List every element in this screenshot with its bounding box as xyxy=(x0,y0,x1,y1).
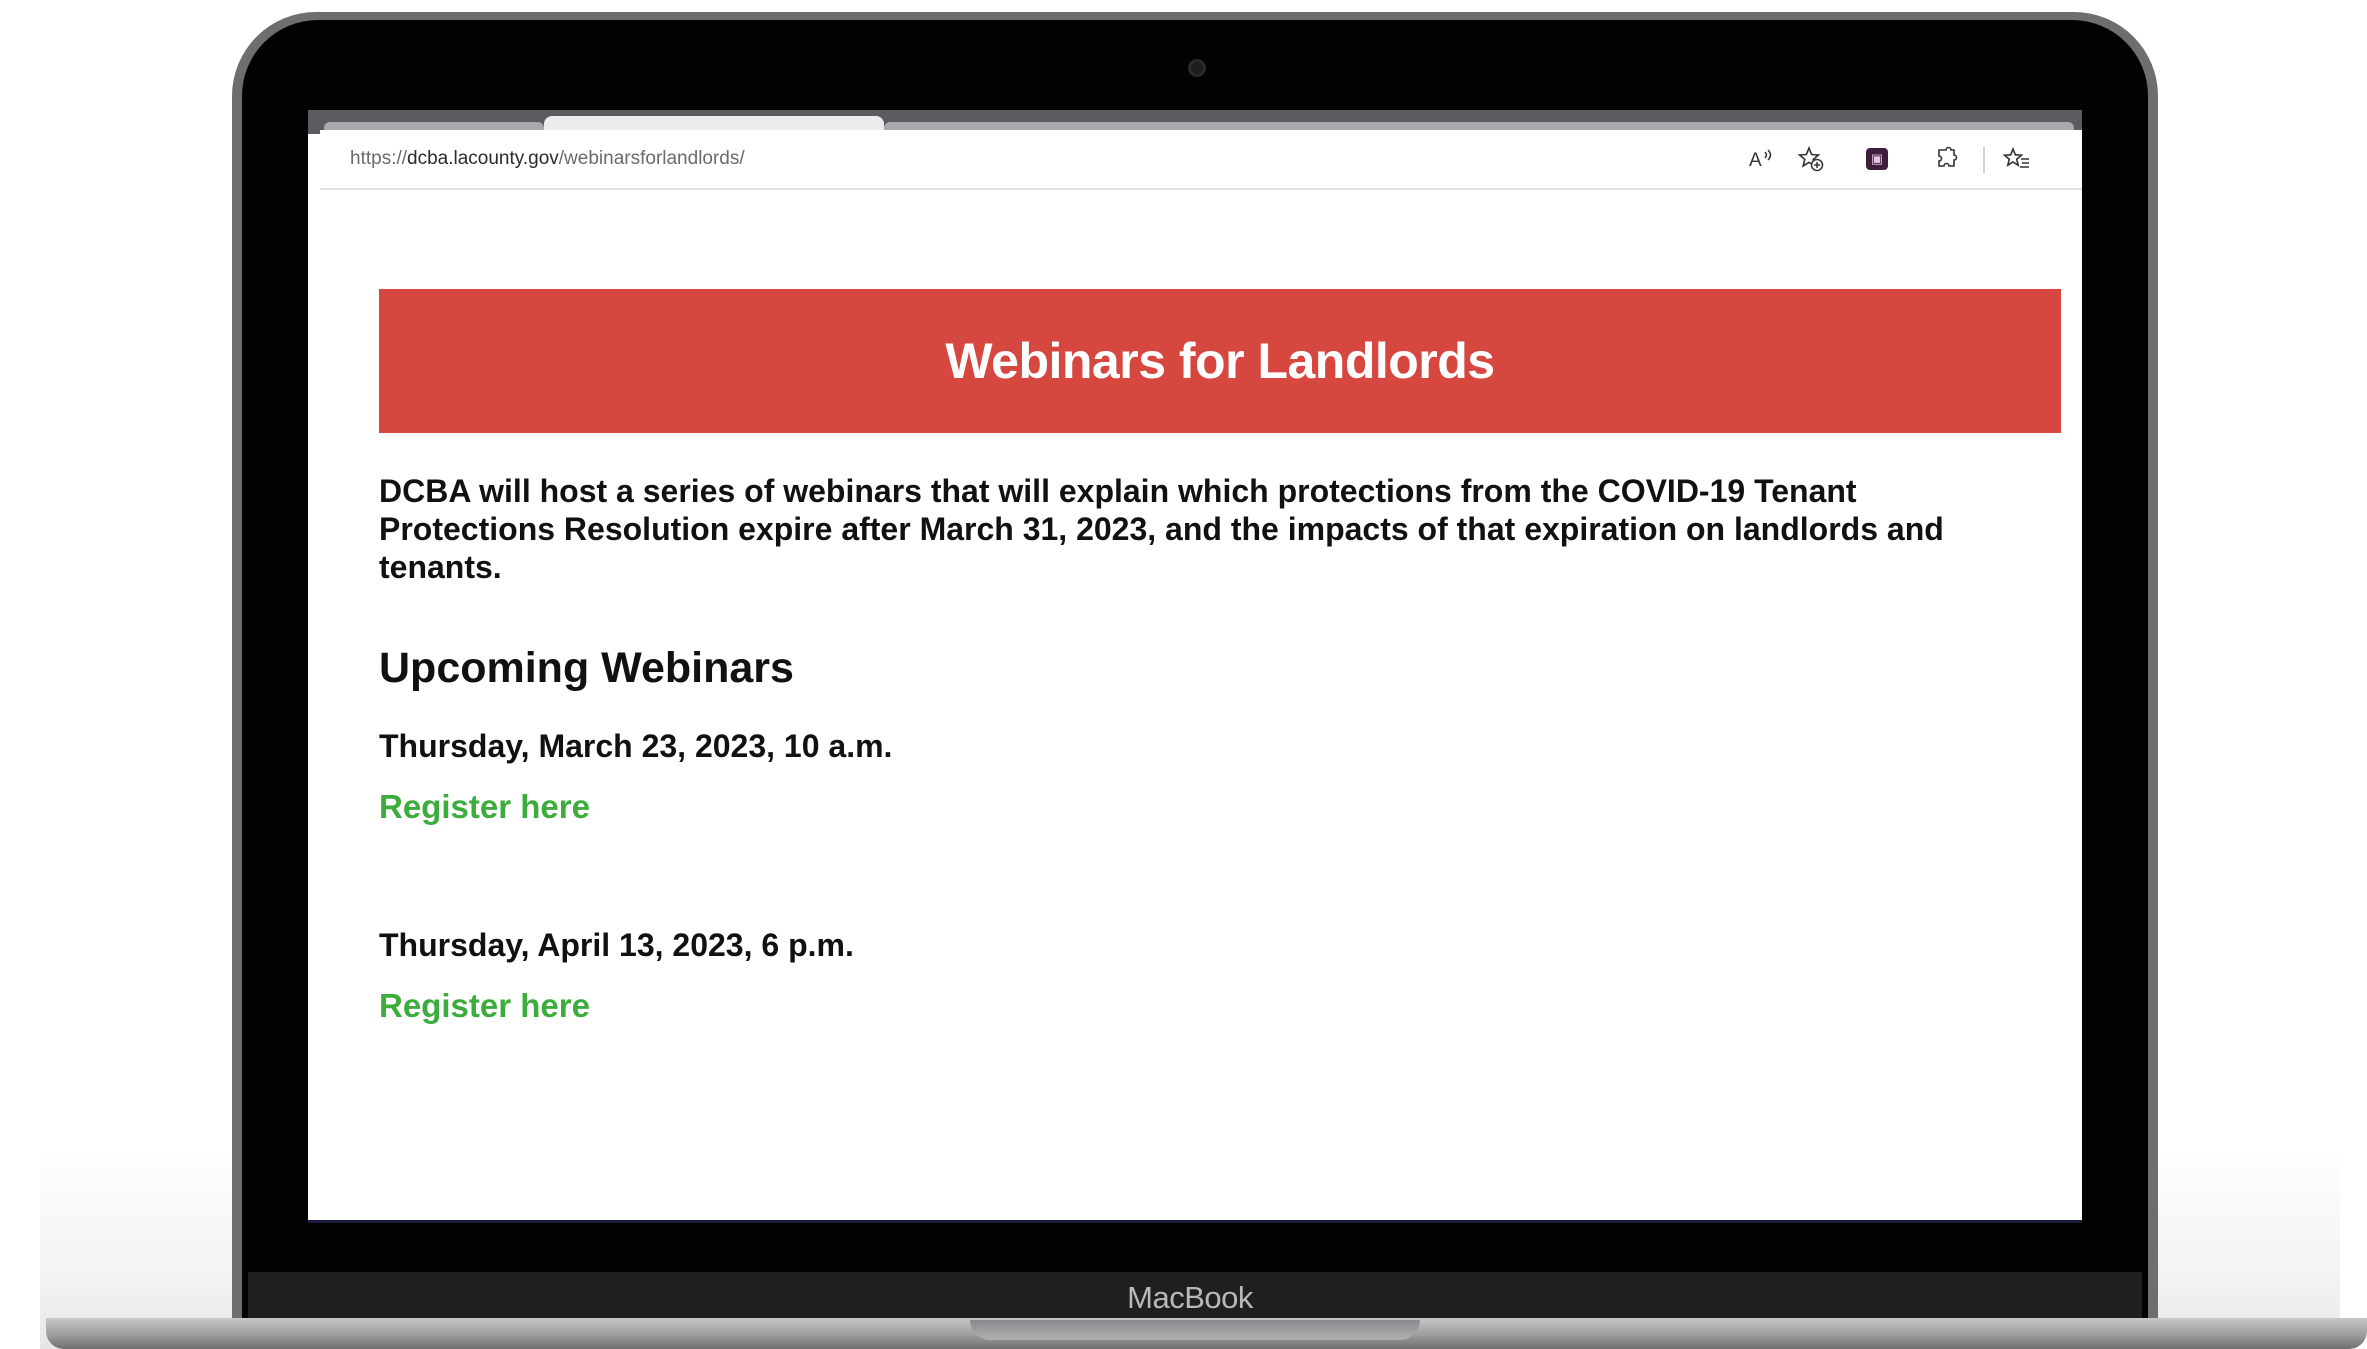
address-bar[interactable]: https://dcba.lacounty.gov/webinarsforlan… xyxy=(320,130,2082,190)
url-text[interactable]: https://dcba.lacounty.gov/webinarsforlan… xyxy=(350,148,745,170)
favorites-list-icon[interactable] xyxy=(2000,142,2034,176)
extension-icon[interactable]: ▣ xyxy=(1860,142,1894,176)
url-path: /webinarsforlandlords/ xyxy=(558,148,745,169)
camera-icon xyxy=(1188,59,1206,77)
device-brand-label: MacBook xyxy=(1127,1280,1253,1315)
webinar-date: Thursday, April 13, 2023, 6 p.m. xyxy=(379,927,854,963)
page-banner: Webinars for Landlords xyxy=(379,289,2061,433)
laptop-hinge-notch xyxy=(970,1320,1420,1340)
url-domain: dcba.lacounty.gov xyxy=(407,148,559,169)
register-link[interactable]: Register here xyxy=(379,987,590,1025)
webinar-date: Thursday, March 23, 2023, 10 a.m. xyxy=(379,728,893,764)
page-title: Webinars for Landlords xyxy=(945,333,1495,389)
intro-paragraph: DCBA will host a series of webinars that… xyxy=(379,473,1944,585)
svg-text:A: A xyxy=(1749,150,1762,171)
screen-edge xyxy=(308,1220,2082,1223)
register-link[interactable]: Register here xyxy=(379,788,590,826)
puzzle-extensions-icon[interactable] xyxy=(1930,142,1964,176)
add-favorite-icon[interactable] xyxy=(1794,142,1828,176)
url-prefix: https:// xyxy=(350,148,408,169)
read-aloud-icon[interactable]: A xyxy=(1744,142,1778,176)
browser-window: https://dcba.lacounty.gov/webinarsforlan… xyxy=(308,110,2082,1222)
section-title: Upcoming Webinars xyxy=(379,644,794,692)
toolbar-separator xyxy=(1983,147,1985,173)
